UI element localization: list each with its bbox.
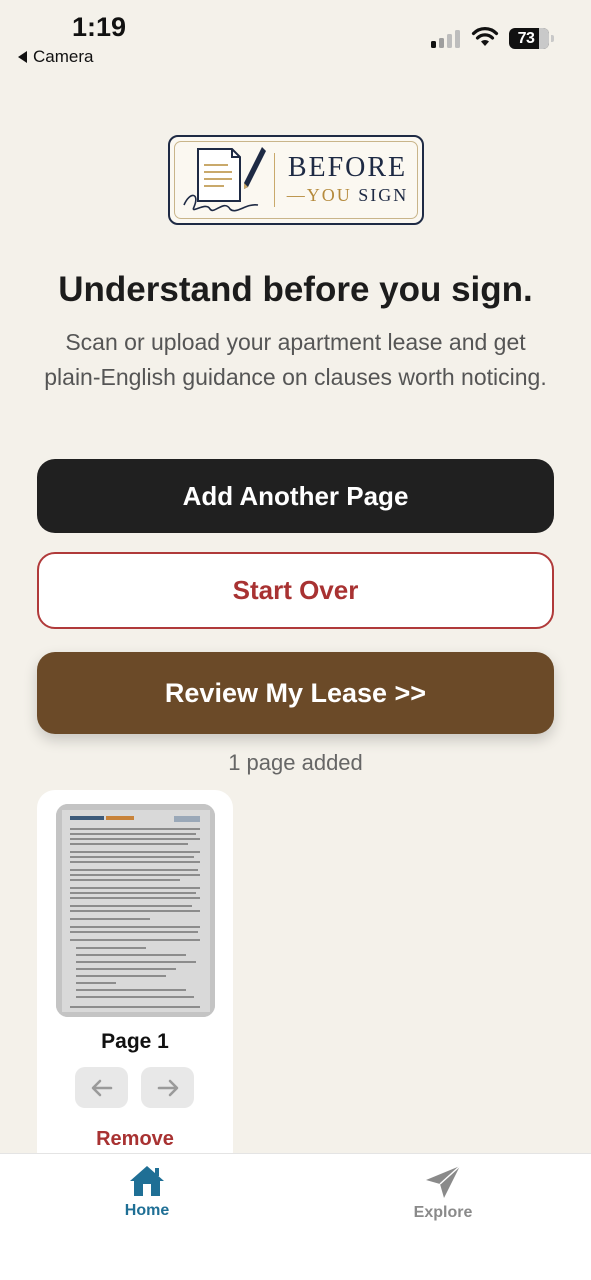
status-time: 1:19 — [72, 12, 127, 42]
brand-logo: BEFORE —YOU SIGN — [168, 135, 424, 225]
remove-page-button[interactable]: Remove — [37, 1128, 233, 1151]
arrow-left-icon — [91, 1079, 112, 1096]
cellular-signal-icon — [431, 30, 460, 48]
status-bar: 1:19 Camera 73 — [0, 0, 591, 80]
page-card-title: Page 1 — [101, 1030, 169, 1053]
home-icon — [130, 1166, 164, 1196]
add-another-page-button[interactable]: Add Another Page — [37, 459, 554, 533]
page-thumbnail[interactable] — [56, 804, 215, 1017]
arrow-right-icon — [157, 1079, 178, 1096]
tab-home-label: Home — [124, 1202, 170, 1219]
pages-added-count: 1 page added — [228, 750, 363, 775]
page-card: Page 1 Remove — [37, 790, 233, 1170]
back-to-app-link[interactable]: Camera — [18, 47, 93, 67]
tab-explore[interactable]: Explore — [373, 1164, 513, 1222]
move-page-right-button[interactable] — [141, 1067, 194, 1108]
battery-level: 73 — [517, 29, 535, 47]
bottom-tab-bar: Home Explore — [0, 1153, 591, 1280]
document-pen-logo-icon — [183, 147, 266, 212]
page-title: Understand before you sign. — [58, 270, 533, 309]
tab-explore-label: Explore — [413, 1204, 473, 1221]
page-subtitle: Scan or upload your apartment lease and … — [44, 329, 547, 390]
move-page-left-button[interactable] — [75, 1067, 128, 1108]
paper-plane-icon — [426, 1165, 461, 1198]
back-triangle-icon — [18, 51, 27, 63]
start-over-button[interactable]: Start Over — [37, 552, 554, 629]
logo-subtitle: —YOU SIGN — [286, 185, 409, 205]
wifi-icon — [471, 27, 499, 46]
battery-icon: 73 — [509, 28, 554, 49]
back-app-label: Camera — [33, 47, 94, 66]
review-lease-button[interactable]: Review My Lease >> — [37, 652, 554, 734]
logo-title: BEFORE — [287, 152, 408, 183]
tab-home[interactable]: Home — [77, 1164, 217, 1220]
